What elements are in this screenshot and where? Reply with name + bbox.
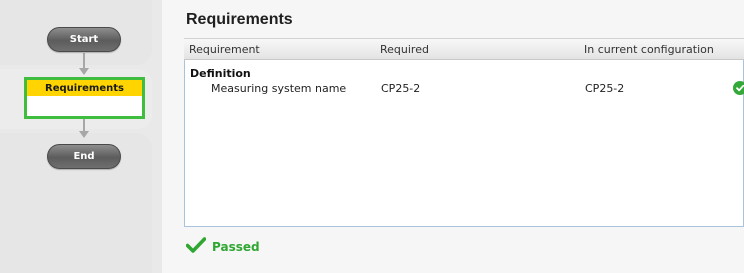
result-label: Passed: [212, 240, 260, 254]
required-value-cell: CP25-2: [381, 82, 421, 95]
arrow-down-icon: [79, 68, 89, 75]
arrow-down-icon: [79, 131, 89, 138]
step-connector: [83, 53, 85, 69]
requirement-name-cell: Measuring system name: [211, 82, 347, 95]
main-panel: Requirements Requirement Required In cur…: [162, 0, 744, 273]
current-value-cell: CP25-2: [585, 82, 625, 95]
step-start-button[interactable]: Start: [47, 27, 121, 52]
table-header: Requirement Required In current configur…: [184, 38, 744, 60]
step-requirements-label: Requirements: [27, 80, 142, 96]
group-title: Definition: [190, 67, 251, 80]
step-requirements-button[interactable]: Requirements: [24, 77, 145, 119]
requirements-table: Definition Measuring system name CP25-2 …: [184, 60, 744, 227]
column-header-required[interactable]: Required: [380, 43, 429, 56]
column-header-current-configuration[interactable]: In current configuration: [584, 43, 714, 56]
step-end-button[interactable]: End: [47, 144, 121, 169]
checkmark-icon: [185, 237, 207, 257]
result-status: Passed: [185, 237, 260, 257]
page-title: Requirements: [186, 11, 293, 28]
check-icon: [733, 81, 744, 95]
column-header-requirement[interactable]: Requirement: [189, 43, 260, 56]
wizard-sidebar: Start Requirements End: [0, 0, 152, 273]
